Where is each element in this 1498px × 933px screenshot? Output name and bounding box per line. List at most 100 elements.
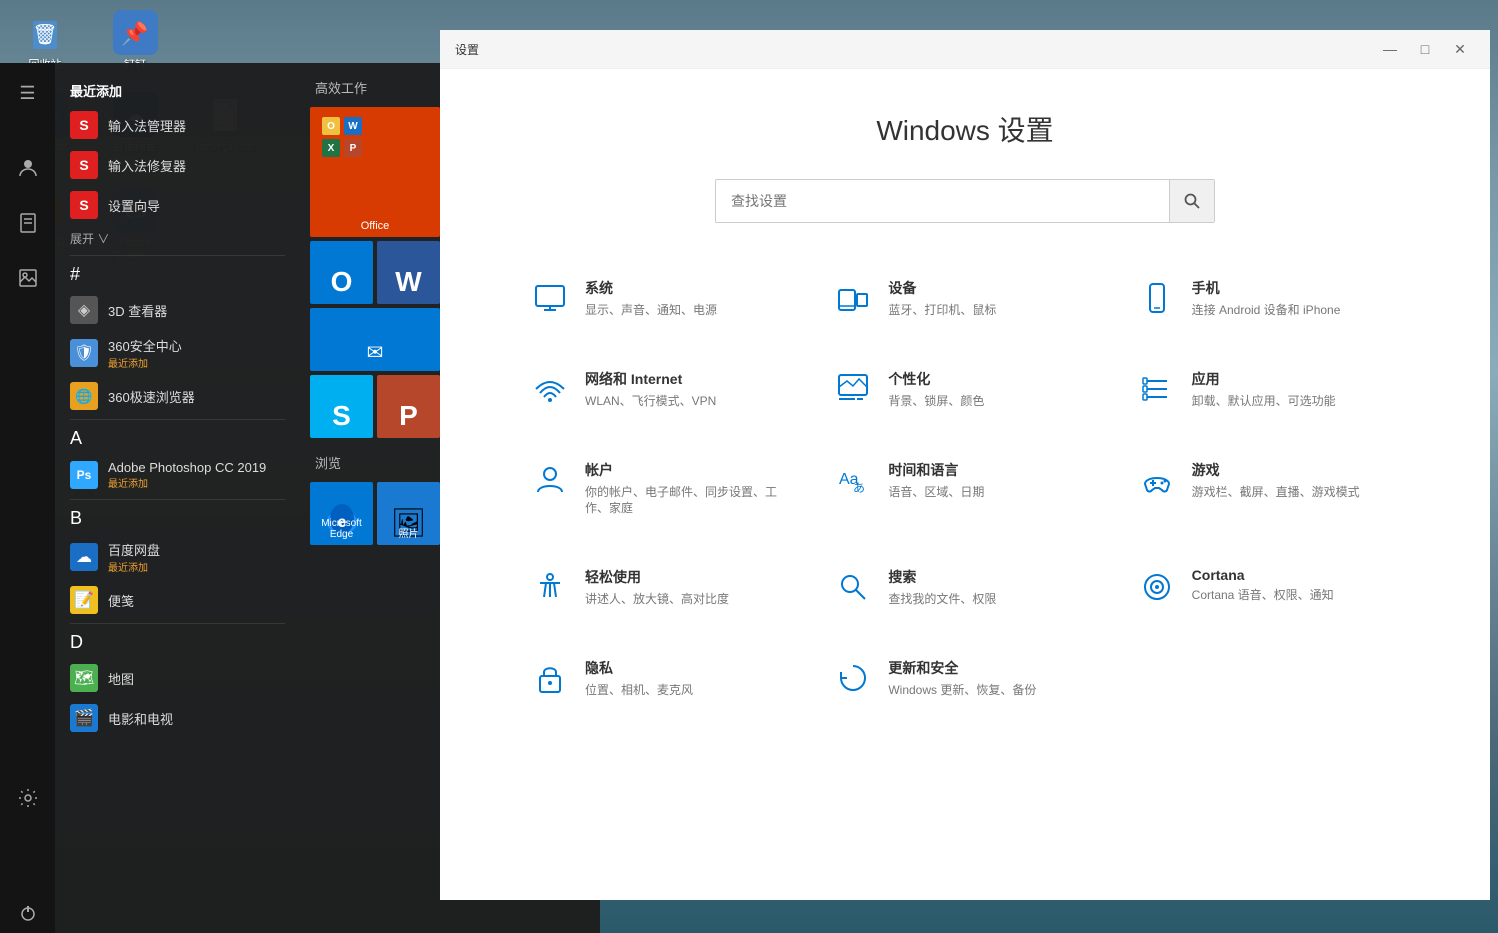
update-title: 更新和安全 [888, 658, 1036, 678]
start-app-360speed-list[interactable]: 🌐 360极速浏览器 [55, 376, 300, 416]
settings-window: 设置 — □ ✕ Windows 设置 [440, 30, 1490, 900]
expand-button[interactable]: 展开 ∨ [55, 225, 300, 252]
settings-item-gaming[interactable]: 游戏 游戏栏、截屏、直播、游戏模式 [1122, 445, 1415, 533]
svg-text:🗑: 🗑 [32, 23, 57, 46]
maximize-button[interactable]: □ [1410, 38, 1440, 60]
baidu-list-icon: ☁ [70, 543, 98, 571]
settings-search-button[interactable] [1169, 180, 1214, 222]
tile-outlook[interactable]: O [310, 241, 373, 304]
accounts-icon [530, 460, 570, 500]
setup-guide-icon: S [70, 191, 98, 219]
network-text: 网络和 Internet WLAN、飞行模式、VPN [585, 369, 716, 410]
privacy-subtitle: 位置、相机、麦克风 [585, 682, 693, 699]
update-text: 更新和安全 Windows 更新、恢复、备份 [888, 658, 1036, 699]
titlebar-controls: — □ ✕ [1375, 38, 1475, 60]
baidu-list-label: 百度网盘 [108, 540, 160, 559]
360safe-badge: 最近添加 [108, 355, 182, 370]
documents-icon[interactable] [8, 203, 48, 243]
tile-office[interactable]: O W X P Office [310, 107, 440, 237]
360speed-list-label: 360极速浏览器 [108, 387, 195, 406]
tile-photos[interactable]: 🖼 照片 [377, 482, 440, 545]
system-title: 系统 [585, 278, 717, 298]
letter-d: D [55, 627, 300, 658]
start-app-360safe[interactable]: 🛡 360安全中心 最近添加 [55, 330, 300, 376]
svg-text:あ: あ [853, 481, 865, 495]
privacy-icon [530, 658, 570, 698]
start-app-maps[interactable]: 🗺 地图 [55, 658, 300, 698]
devices-text: 设备 蓝牙、打印机、鼠标 [888, 278, 996, 319]
devices-subtitle: 蓝牙、打印机、鼠标 [888, 302, 996, 319]
settings-item-personalization[interactable]: 个性化 背景、锁屏、颜色 [818, 354, 1111, 425]
settings-item-cortana[interactable]: Cortana Cortana 语音、权限、通知 [1122, 552, 1415, 623]
divider-d [70, 623, 285, 624]
notepad-label: 便笺 [108, 591, 134, 610]
ps-list-label: Adobe Photoshop CC 2019 [108, 460, 266, 475]
power-icon[interactable] [8, 893, 48, 933]
3dviewer-icon: ◈ [70, 296, 98, 324]
start-app-3dviewer[interactable]: ◈ 3D 查看器 [55, 290, 300, 330]
settings-item-network[interactable]: 网络和 Internet WLAN、飞行模式、VPN [515, 354, 808, 425]
tile-ppt[interactable]: P [377, 375, 440, 438]
time-subtitle: 语音、区域、日期 [888, 484, 984, 501]
close-button[interactable]: ✕ [1445, 38, 1475, 60]
settings-item-update[interactable]: 更新和安全 Windows 更新、恢复、备份 [818, 643, 1111, 714]
divider-a [70, 419, 285, 420]
settings-sidebar-icon[interactable] [8, 778, 48, 818]
time-icon: Aa あ [833, 460, 873, 500]
search-subtitle: 查找我的文件、权限 [888, 591, 996, 608]
system-icon [530, 278, 570, 318]
cortana-subtitle: Cortana 语音、权限、通知 [1192, 587, 1334, 604]
letter-b: B [55, 503, 300, 534]
360speed-list-icon: 🌐 [70, 382, 98, 410]
devices-title: 设备 [888, 278, 996, 298]
start-app-baidu-list[interactable]: ☁ 百度网盘 最近添加 [55, 534, 300, 580]
start-app-setup-guide[interactable]: S 设置向导 [55, 185, 300, 225]
accessibility-text: 轻松使用 讲述人、放大镜、高对比度 [585, 567, 729, 608]
settings-content: Windows 设置 [440, 69, 1490, 900]
settings-item-devices[interactable]: 设备 蓝牙、打印机、鼠标 [818, 263, 1111, 334]
settings-item-accounts[interactable]: 帐户 你的帐户、电子邮件、同步设置、工作、家庭 [515, 445, 808, 533]
movies-icon: 🎬 [70, 704, 98, 732]
tile-photos-label: 照片 [377, 525, 440, 540]
settings-item-accessibility[interactable]: 轻松使用 讲述人、放大镜、高对比度 [515, 552, 808, 623]
start-app-ps-list[interactable]: Ps Adobe Photoshop CC 2019 最近添加 [55, 454, 300, 496]
apps-icon [1137, 369, 1177, 409]
settings-item-phone[interactable]: 手机 连接 Android 设备和 iPhone [1122, 263, 1415, 334]
3dviewer-label: 3D 查看器 [108, 301, 167, 320]
input-repair-label: 输入法修复器 [108, 156, 186, 175]
settings-item-time[interactable]: Aa あ 时间和语言 语音、区域、日期 [818, 445, 1111, 533]
time-title: 时间和语言 [888, 460, 984, 480]
user-icon[interactable] [8, 148, 48, 188]
accounts-subtitle: 你的帐户、电子邮件、同步设置、工作、家庭 [585, 484, 793, 518]
update-subtitle: Windows 更新、恢复、备份 [888, 682, 1036, 699]
setup-guide-label: 设置向导 [108, 196, 160, 215]
minimize-button[interactable]: — [1375, 38, 1405, 60]
privacy-text: 隐私 位置、相机、麦克风 [585, 658, 693, 699]
settings-item-system[interactable]: 系统 显示、声音、通知、电源 [515, 263, 808, 334]
settings-titlebar: 设置 — □ ✕ [440, 30, 1490, 69]
desktop: 🗑 回收站 📌 钉钉 e Microsoft Edge [0, 0, 1498, 933]
photos-sidebar-icon[interactable] [8, 258, 48, 298]
divider-1 [70, 255, 285, 256]
hamburger-menu-icon[interactable]: ☰ [8, 73, 48, 113]
input-method-label: 输入法管理器 [108, 116, 186, 135]
start-app-notepad[interactable]: 📝 便笺 [55, 580, 300, 620]
tile-skype[interactable]: S [310, 375, 373, 438]
start-app-input-method[interactable]: S 输入法管理器 [55, 105, 300, 145]
settings-item-apps[interactable]: 应用 卸载、默认应用、可选功能 [1122, 354, 1415, 425]
settings-search-input[interactable] [716, 183, 1169, 219]
settings-item-privacy[interactable]: 隐私 位置、相机、麦克风 [515, 643, 808, 714]
privacy-title: 隐私 [585, 658, 693, 678]
settings-item-search[interactable]: 搜索 查找我的文件、权限 [818, 552, 1111, 623]
accessibility-icon [530, 567, 570, 607]
baidu-badge: 最近添加 [108, 559, 160, 574]
devices-icon [833, 278, 873, 318]
tile-edge-label: Microsoft Edge [310, 518, 373, 540]
start-app-input-repair[interactable]: S 输入法修复器 [55, 145, 300, 185]
tile-word[interactable]: W [377, 241, 440, 304]
360safe-label: 360安全中心 [108, 336, 182, 355]
tile-edge[interactable]: e Microsoft Edge [310, 482, 373, 545]
start-app-movies[interactable]: 🎬 电影和电视 [55, 698, 300, 738]
movies-label: 电影和电视 [108, 709, 173, 728]
tile-email[interactable]: ✉ [310, 308, 440, 371]
